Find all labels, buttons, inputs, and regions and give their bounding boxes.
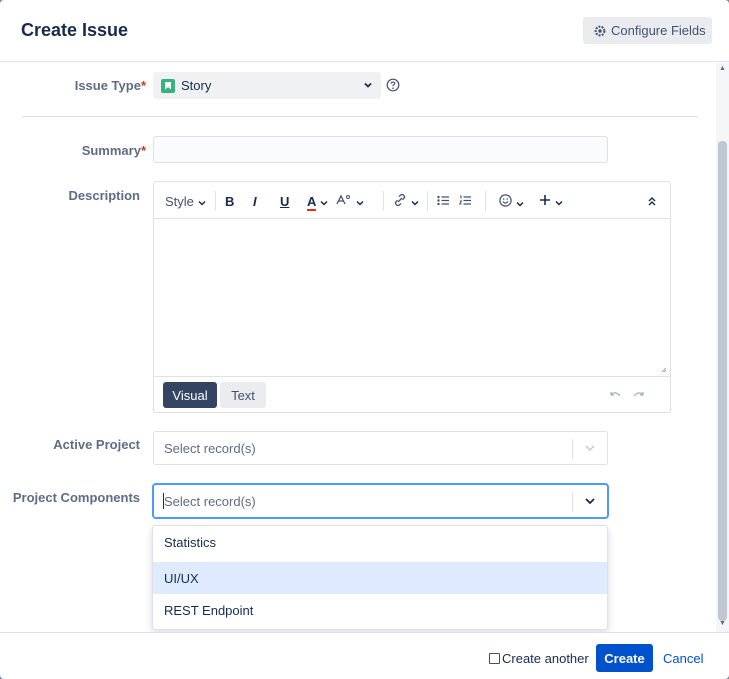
issue-type-label: Issue Type* <box>60 78 146 93</box>
link-button[interactable] <box>393 193 419 209</box>
text-effects-icon <box>336 194 350 205</box>
style-dropdown[interactable]: Style <box>165 194 206 209</box>
chevron-down-icon <box>320 200 328 206</box>
chevron-down-icon <box>364 82 372 88</box>
chevron-down-icon[interactable] <box>584 497 596 505</box>
scroll-up-icon[interactable]: ▲ <box>719 65 726 72</box>
create-another-checkbox[interactable] <box>489 653 500 664</box>
italic-button[interactable]: I <box>253 194 257 209</box>
chevron-down-icon <box>555 200 563 206</box>
numbered-list-icon[interactable] <box>459 195 472 206</box>
picker-separator <box>572 439 573 459</box>
scroll-down-icon[interactable]: ▼ <box>719 620 726 627</box>
description-text-area[interactable] <box>154 220 670 376</box>
chevron-down-icon <box>516 201 524 207</box>
configure-fields-label: Configure Fields <box>611 23 706 38</box>
editor-mode-bar: Visual Text <box>154 376 670 412</box>
summary-input[interactable] <box>153 136 608 163</box>
underline-button[interactable]: U <box>280 194 289 209</box>
insert-more-button[interactable] <box>539 194 563 209</box>
issue-type-value: Story <box>181 78 212 93</box>
style-label: Style <box>165 194 194 209</box>
active-project-label: Active Project <box>53 437 140 452</box>
configure-fields-button[interactable]: Configure Fields <box>583 17 712 44</box>
toolbar-separator <box>427 191 428 211</box>
undo-icon[interactable] <box>609 391 621 399</box>
create-button[interactable]: Create <box>596 644 653 672</box>
issue-type-select[interactable]: Story <box>153 72 381 99</box>
required-mark: * <box>140 143 146 158</box>
gear-icon <box>594 25 606 36</box>
scrollbar-thumb[interactable] <box>718 141 727 621</box>
emoji-icon <box>499 194 512 207</box>
resize-handle-icon[interactable] <box>661 367 667 373</box>
issue-type-label-text: Issue Type <box>74 78 141 93</box>
summary-label: Summary* <box>60 143 146 158</box>
required-mark: * <box>140 78 146 93</box>
chevron-down-icon <box>198 200 206 206</box>
section-divider <box>22 116 698 117</box>
story-icon <box>161 78 175 93</box>
text-color-icon: A <box>307 194 317 211</box>
project-components-label: Project Components <box>12 490 140 505</box>
text-mode-tab[interactable]: Text <box>220 382 266 408</box>
dialog-title: Create Issue <box>21 20 129 40</box>
dropdown-option-ui-ux[interactable]: UI/UX <box>153 562 607 594</box>
project-components-dropdown: Statistics UI/UX REST Endpoint <box>152 525 608 630</box>
chevron-down-icon[interactable] <box>584 444 596 452</box>
chevron-down-icon <box>411 200 419 206</box>
chevron-down-icon <box>356 200 364 206</box>
visual-mode-tab[interactable]: Visual <box>163 382 217 408</box>
toolbar-separator <box>485 191 486 211</box>
bullet-list-icon[interactable] <box>437 195 450 206</box>
redo-icon[interactable] <box>633 391 645 399</box>
text-color-button[interactable]: A <box>307 194 328 211</box>
cancel-link[interactable]: Cancel <box>663 651 703 666</box>
description-label: Description <box>68 188 140 203</box>
create-another-label[interactable]: Create another <box>502 651 589 666</box>
dropdown-option-rest-endpoint[interactable]: REST Endpoint <box>153 594 607 626</box>
project-components-placeholder: Select record(s) <box>164 494 256 509</box>
create-issue-dialog: Create Issue Configure Fields Issue Type… <box>0 0 729 679</box>
plus-icon <box>540 195 550 205</box>
emoji-button[interactable] <box>499 194 524 210</box>
collapse-icon[interactable] <box>647 196 657 206</box>
active-project-placeholder: Select record(s) <box>164 441 256 456</box>
editor-toolbar: Style B I U A <box>154 182 670 219</box>
dialog-body: Issue Type* Story Summary* Description S… <box>0 63 716 632</box>
text-style-button[interactable] <box>336 194 364 209</box>
toolbar-separator <box>215 191 216 211</box>
bold-button[interactable]: B <box>225 194 234 209</box>
dropdown-option-statistics[interactable]: Statistics <box>153 526 607 558</box>
toolbar-separator <box>383 191 384 211</box>
dialog-scrollbar[interactable]: ▲ ▼ <box>716 63 729 632</box>
summary-label-text: Summary <box>81 143 141 158</box>
active-project-picker[interactable]: Select record(s) <box>153 431 608 465</box>
project-components-picker[interactable]: Select record(s) <box>153 484 608 518</box>
help-icon[interactable] <box>386 78 400 92</box>
dialog-header: Create Issue Configure Fields <box>0 0 729 62</box>
dialog-footer: Create another Create Cancel <box>0 632 729 679</box>
picker-separator <box>572 492 573 512</box>
link-icon <box>394 193 406 207</box>
description-editor: Style B I U A Visual Text <box>153 181 671 413</box>
